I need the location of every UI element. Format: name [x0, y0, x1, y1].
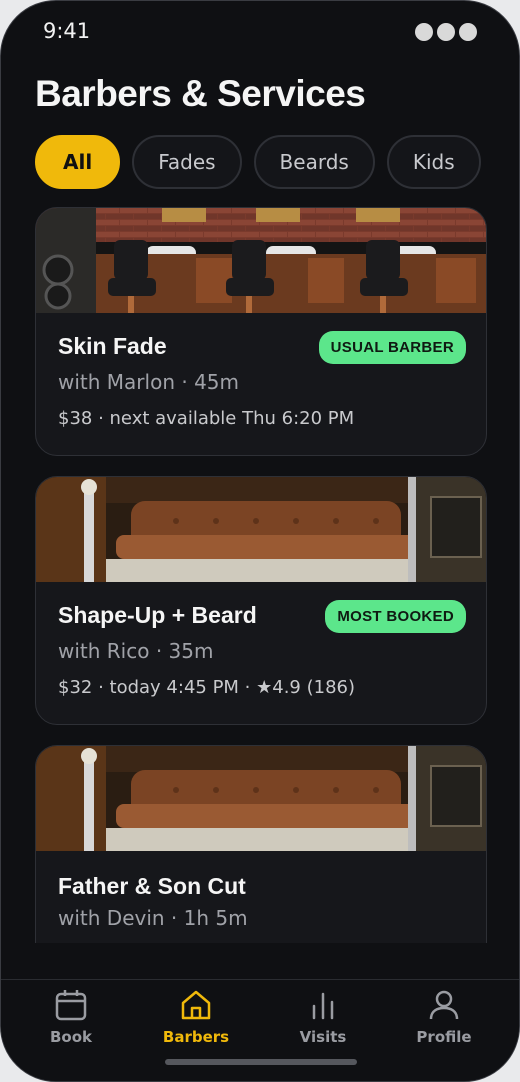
service-card[interactable]: Father & Son Cut with Devin · 1h 5m — [35, 745, 487, 943]
service-title: Father & Son Cut — [58, 873, 246, 899]
barbershop-interior-photo — [36, 208, 486, 313]
service-card[interactable]: Skin Fade with Marlon · 45m $38 · next a… — [35, 207, 487, 456]
status-badge: USUAL BARBER — [318, 331, 466, 364]
tab-book[interactable]: Book — [21, 988, 121, 1046]
barber-chair-photo — [36, 477, 486, 582]
filter-chip-beards[interactable]: Beards — [253, 135, 375, 189]
status-dots-icon — [415, 23, 477, 41]
tab-visits-label: Visits — [299, 1028, 347, 1046]
service-price-availability: $32 · today 4:45 PM · ★4.9 (186) — [58, 677, 355, 698]
filter-chip-all[interactable]: All — [35, 135, 121, 189]
phone-screen: 9:41 Barbers & Services All Fades Beards… — [0, 0, 520, 1082]
tab-profile[interactable]: Profile — [394, 988, 494, 1046]
filter-chip-kids[interactable]: Kids — [386, 135, 481, 189]
tab-profile-label: Profile — [416, 1028, 472, 1046]
tab-book-label: Book — [49, 1028, 93, 1046]
tab-visits[interactable]: Visits — [273, 988, 373, 1046]
calendar-icon — [55, 990, 87, 1021]
service-card-body: Shape-Up + Beard with Rico · 35m $32 · t… — [36, 582, 486, 724]
service-card[interactable]: Shape-Up + Beard with Rico · 35m $32 · t… — [35, 476, 487, 725]
filter-chip-fades[interactable]: Fades — [132, 135, 242, 189]
service-card-body: Skin Fade with Marlon · 45m $38 · next a… — [36, 313, 486, 455]
tab-barbers-label: Barbers — [162, 1028, 230, 1046]
page-title: Barbers & Services — [35, 73, 366, 114]
user-icon — [429, 990, 459, 1020]
status-badge: MOST BOOKED — [325, 600, 466, 633]
service-card-body: Father & Son Cut with Devin · 1h 5m — [36, 851, 486, 943]
tab-barbers[interactable]: Barbers — [146, 988, 246, 1046]
service-barber-duration: with Marlon · 45m — [58, 370, 239, 394]
tab-bar: Book Barbers Visits Profile — [1, 979, 519, 1081]
bar-chart-icon — [312, 992, 334, 1020]
home-icon — [181, 990, 211, 1020]
status-time: 9:41 — [43, 19, 91, 43]
filter-chips: All Fades Beards Kids — [35, 135, 481, 189]
service-barber-duration: with Devin · 1h 5m — [58, 906, 248, 930]
barber-chair-photo — [36, 746, 486, 851]
status-bar: 9:41 — [1, 1, 519, 65]
home-indicator — [165, 1059, 357, 1065]
service-price-availability: $38 · next available Thu 6:20 PM — [58, 408, 355, 429]
service-barber-duration: with Rico · 35m — [58, 639, 214, 663]
services-list[interactable]: Skin Fade with Marlon · 45m $38 · next a… — [35, 207, 487, 943]
